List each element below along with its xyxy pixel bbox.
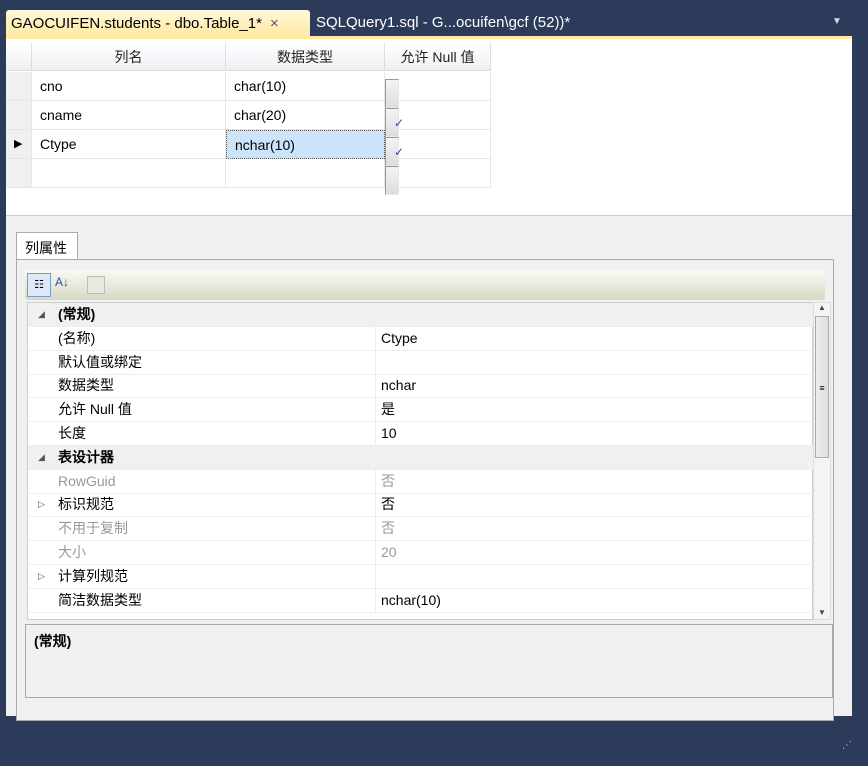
- property-name: 默认值或绑定: [58, 353, 142, 370]
- property-row[interactable]: 默认值或绑定: [28, 350, 814, 375]
- scrollbar-thumb[interactable]: ≡: [815, 316, 829, 458]
- tab-table-designer[interactable]: GAOCUIFEN.students - dbo.Table_1* ×: [6, 10, 310, 38]
- property-name: 计算列规范: [58, 567, 128, 584]
- property-value[interactable]: 否: [375, 469, 814, 494]
- cell-column-name[interactable]: Ctype: [32, 130, 226, 159]
- cell-allow-null: ✓: [385, 101, 491, 137]
- property-name: 简洁数据类型: [58, 591, 142, 608]
- property-row[interactable]: (名称) Ctype: [28, 326, 814, 351]
- resize-grip-icon[interactable]: ⋰: [842, 740, 852, 751]
- property-row[interactable]: 长度 10: [28, 422, 814, 446]
- property-row[interactable]: 简洁数据类型 nchar(10): [28, 588, 814, 613]
- tab-overflow-icon[interactable]: ▼: [832, 16, 842, 27]
- cell-data-type[interactable]: [226, 159, 385, 188]
- property-value[interactable]: 10: [375, 422, 814, 446]
- property-row[interactable]: 不用于复制 否: [28, 517, 814, 542]
- property-row[interactable]: RowGuid 否: [28, 469, 814, 494]
- property-value[interactable]: nchar: [375, 374, 814, 399]
- cell-data-type[interactable]: char(10): [226, 72, 385, 101]
- property-name: 允许 Null 值: [58, 401, 132, 418]
- header-column-name: 列名: [32, 43, 226, 71]
- alphabetical-sort-icon[interactable]: A↓: [55, 275, 69, 289]
- scrollbar[interactable]: ▲ ≡ ▼: [813, 302, 831, 620]
- row-header-corner: [6, 43, 32, 71]
- cell-column-name[interactable]: cname: [32, 101, 226, 130]
- property-value[interactable]: 否: [375, 493, 814, 518]
- cell-column-name[interactable]: [32, 159, 226, 188]
- property-name: (名称): [58, 329, 96, 346]
- header-allow-null: 允许 Null 值: [385, 43, 491, 71]
- property-row[interactable]: 大小 20: [28, 541, 814, 565]
- properties-toolbar: ☷ A↓: [25, 270, 825, 300]
- column-grid: 列名 数据类型 允许 Null 值 cno char(10) cname cha…: [6, 39, 852, 216]
- categorized-icon[interactable]: ☷: [27, 273, 51, 297]
- row-selector[interactable]: ▶: [6, 130, 32, 159]
- property-name: 标识规范: [58, 496, 114, 513]
- property-name: RowGuid: [58, 472, 116, 489]
- tab-column-properties[interactable]: 列属性: [16, 232, 78, 260]
- allow-null-checkbox[interactable]: [385, 166, 399, 195]
- collapse-icon[interactable]: ◢: [38, 303, 45, 326]
- cell-column-name[interactable]: cno: [32, 72, 226, 101]
- cell-allow-null: [385, 72, 491, 108]
- table-row[interactable]: cno char(10): [6, 72, 491, 108]
- table-row[interactable]: cname char(20) ✓: [6, 101, 491, 137]
- property-row[interactable]: 允许 Null 值 是: [28, 398, 814, 423]
- description-box: (常规): [25, 624, 833, 698]
- property-row[interactable]: ▷ 计算列规范: [28, 564, 814, 589]
- property-name: 长度: [58, 425, 86, 441]
- property-value[interactable]: 20: [375, 541, 814, 565]
- row-selector[interactable]: [6, 72, 32, 101]
- expand-icon[interactable]: ▷: [38, 565, 45, 588]
- property-value[interactable]: [375, 350, 814, 375]
- tab-sql-query[interactable]: SQLQuery1.sql - G...ocuifen\gcf (52))*: [316, 14, 570, 31]
- property-category[interactable]: ◢ (常规): [28, 303, 814, 327]
- property-row[interactable]: 数据类型 nchar: [28, 374, 814, 399]
- property-value[interactable]: nchar(10): [375, 588, 814, 613]
- designer-document: 列名 数据类型 允许 Null 值 cno char(10) cname cha…: [6, 36, 852, 721]
- table-row[interactable]: [6, 159, 491, 195]
- cell-allow-null: ✓: [385, 130, 491, 166]
- property-value[interactable]: 否: [375, 517, 814, 542]
- property-value[interactable]: 是: [375, 398, 814, 423]
- row-selector[interactable]: [6, 101, 32, 130]
- property-name: 表设计器: [58, 448, 114, 465]
- collapse-icon[interactable]: ◢: [38, 446, 45, 469]
- property-value[interactable]: Ctype: [375, 326, 814, 351]
- property-grid: ◢ (常规) (名称) Ctype 默认值或绑定 数据类型 nchar 允许 Null 值是长…: [27, 302, 814, 620]
- cell-data-type[interactable]: char(20): [226, 101, 385, 130]
- properties-panel: ☷ A↓ ◢ (常规) (名称) Ctype 默认值或绑定 数据类型 nchar 允许 Nul…: [16, 259, 834, 721]
- property-name: (常规): [58, 306, 96, 322]
- close-icon[interactable]: ×: [270, 15, 279, 32]
- property-name: 大小: [58, 544, 86, 560]
- tab-label: GAOCUIFEN.students - dbo.Table_1*: [11, 15, 262, 32]
- property-value[interactable]: [375, 564, 814, 589]
- table-row[interactable]: ▶ Ctype nchar(10) ✓: [6, 130, 491, 166]
- cell-allow-null: [385, 159, 491, 195]
- property-row[interactable]: ▷ 标识规范 否: [28, 493, 814, 518]
- row-selector[interactable]: [6, 159, 32, 188]
- property-pages-icon[interactable]: [87, 276, 105, 294]
- header-data-type: 数据类型: [226, 43, 385, 71]
- property-name: 不用于复制: [58, 520, 128, 537]
- property-category[interactable]: ◢ 表设计器: [28, 445, 814, 470]
- property-name: 数据类型: [58, 377, 114, 394]
- expand-icon[interactable]: ▷: [38, 493, 45, 516]
- cell-data-type[interactable]: nchar(10): [226, 130, 385, 159]
